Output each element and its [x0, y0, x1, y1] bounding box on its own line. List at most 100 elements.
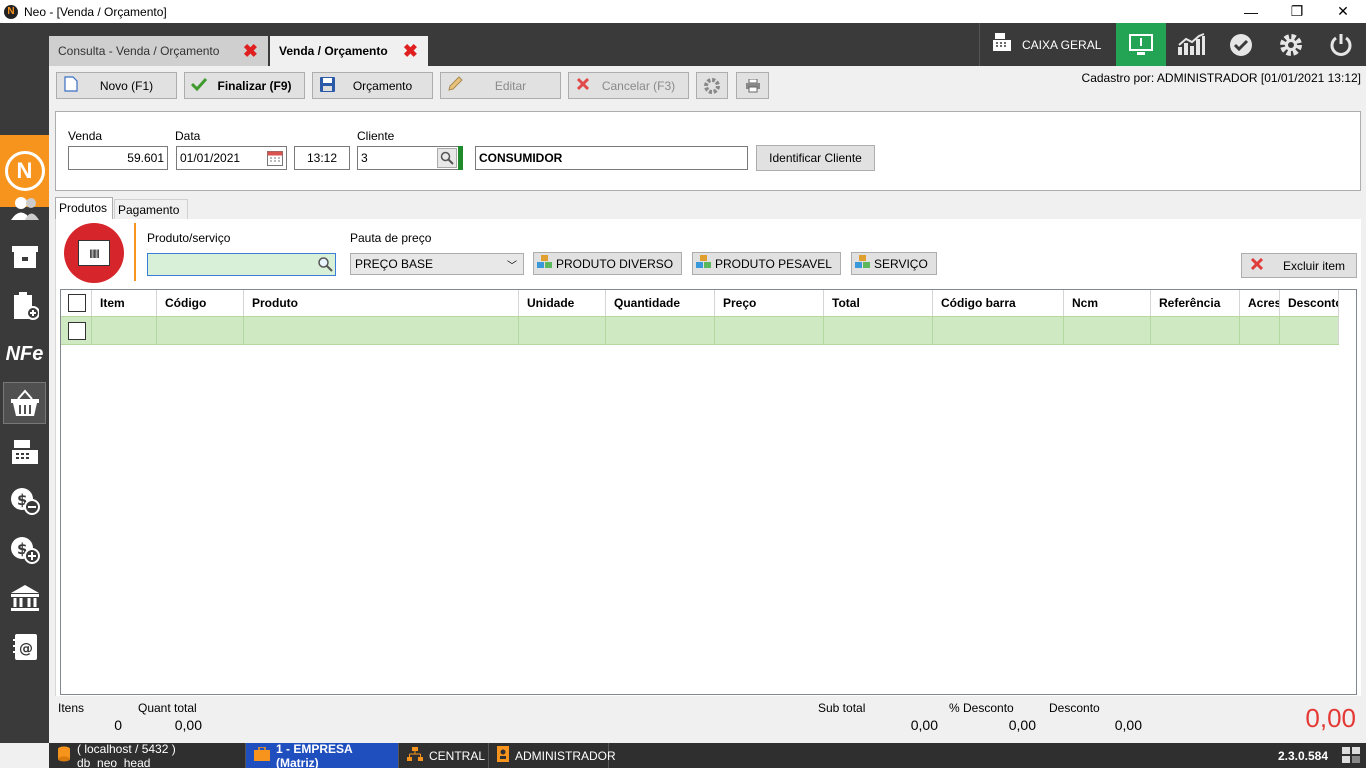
tab-consulta-venda[interactable]: Consulta - Venda / Orçamento ✖	[49, 36, 268, 66]
cell-codigo[interactable]	[157, 317, 244, 344]
empresa-status[interactable]: 1 - EMPRESA (Matriz)	[246, 742, 399, 768]
col-codigo-barra[interactable]: Código barra	[933, 290, 1064, 316]
tab-pagamento[interactable]: Pagamento	[114, 199, 188, 219]
identificar-cliente-button[interactable]: Identificar Cliente	[756, 145, 875, 171]
cancelar-button[interactable]: Cancelar (F3)	[568, 72, 689, 99]
check-badge-icon[interactable]	[1216, 23, 1266, 66]
cell-quantidade[interactable]	[606, 317, 715, 344]
cell-item[interactable]	[92, 317, 157, 344]
col-desconto[interactable]: Desconto	[1280, 290, 1339, 316]
col-unidade[interactable]: Unidade	[519, 290, 606, 316]
col-item[interactable]: Item	[92, 290, 157, 316]
network-icon	[407, 747, 423, 764]
produto-pesavel-label: PRODUTO PESAVEL	[715, 256, 832, 271]
cell-preco[interactable]	[715, 317, 824, 344]
product-cubes-icon	[852, 255, 874, 272]
quant-total-value: 0,00	[174, 717, 202, 733]
col-codigo[interactable]: Código	[157, 290, 244, 316]
search-icon[interactable]	[317, 256, 333, 275]
col-preco[interactable]: Preço	[715, 290, 824, 316]
produto-label: Produto/serviço	[147, 231, 231, 245]
user-status[interactable]: ADMINISTRADOR	[489, 743, 616, 768]
cancelar-label: Cancelar (F3)	[601, 78, 676, 93]
select-all-checkbox[interactable]	[68, 294, 86, 312]
orcamento-button[interactable]: Orçamento	[312, 72, 433, 99]
maximize-button[interactable]: ❐	[1274, 0, 1320, 23]
sidebar-sales-basket-icon[interactable]	[3, 382, 46, 424]
cell-produto[interactable]	[244, 317, 519, 344]
col-produto[interactable]: Produto	[244, 290, 519, 316]
svg-text:@: @	[19, 641, 33, 657]
cell-ncm[interactable]	[1064, 317, 1151, 344]
sidebar-bank-icon[interactable]	[3, 577, 46, 619]
power-icon[interactable]	[1316, 23, 1366, 66]
col-total[interactable]: Total	[824, 290, 933, 316]
close-tab-icon[interactable]: ✖	[403, 41, 418, 62]
db-connection-status[interactable]: ( localhost / 5432 ) db_neo_head	[49, 742, 246, 768]
venda-number-field[interactable]: 59.601	[68, 146, 168, 170]
config-gear-button[interactable]	[696, 72, 728, 99]
close-tab-icon[interactable]: ✖	[243, 41, 258, 62]
tab-venda-orcamento[interactable]: Venda / Orçamento ✖	[270, 36, 428, 66]
cell-total[interactable]	[824, 317, 933, 344]
chart-icon[interactable]	[1166, 23, 1216, 66]
barcode-icon[interactable]: |||||||	[64, 223, 124, 283]
calendar-icon[interactable]	[267, 150, 283, 169]
sidebar-contacts-icon[interactable]: @	[3, 626, 46, 668]
cell-unidade[interactable]	[519, 317, 606, 344]
table-row[interactable]	[61, 316, 1339, 345]
search-client-icon[interactable]	[437, 148, 457, 168]
layout-grid-icon[interactable]	[1342, 747, 1360, 766]
cell-referencia[interactable]	[1151, 317, 1240, 344]
sidebar-cash-register-icon[interactable]	[3, 431, 46, 473]
col-ncm[interactable]: Ncm	[1064, 290, 1151, 316]
cell-codigo-barra[interactable]	[933, 317, 1064, 344]
orcamento-label: Orçamento	[352, 78, 413, 93]
cliente-name-field[interactable]: CONSUMIDOR	[475, 146, 748, 170]
tab-produtos[interactable]: Produtos	[55, 197, 113, 219]
editar-button[interactable]: Editar	[440, 72, 561, 99]
client-status-indicator	[458, 146, 463, 170]
col-acres[interactable]: Acres	[1240, 290, 1280, 316]
app-logo-icon: N	[4, 4, 18, 19]
cliente-label: Cliente	[357, 129, 395, 143]
gear-icon	[704, 77, 720, 94]
central-status[interactable]: CENTRAL	[399, 743, 489, 768]
print-button[interactable]	[736, 72, 769, 99]
minimize-button[interactable]: —	[1228, 0, 1274, 23]
time-field[interactable]: 13:12	[294, 146, 350, 170]
sidebar-receivables-icon[interactable]: $	[3, 528, 46, 570]
pauta-select[interactable]: PREÇO BASE ﹀	[350, 253, 524, 275]
select-all-cell	[61, 290, 92, 316]
caixa-geral-button[interactable]: CAIXA GERAL	[979, 23, 1115, 66]
barcode-glyph: |||||||	[78, 240, 110, 266]
row-checkbox[interactable]	[68, 321, 86, 340]
new-document-icon	[57, 76, 85, 95]
cliente-code-field[interactable]: 3	[357, 146, 459, 170]
save-floppy-icon	[313, 76, 341, 95]
sidebar-nfe-icon[interactable]: NFe	[3, 333, 46, 375]
col-quantidade[interactable]: Quantidade	[606, 290, 715, 316]
servico-button[interactable]: SERVIÇO	[851, 252, 937, 275]
product-cubes-icon	[534, 255, 556, 272]
monitor-icon[interactable]	[1116, 23, 1166, 66]
sidebar-payables-icon[interactable]: $	[3, 479, 46, 521]
sidebar-orders-icon[interactable]	[3, 285, 46, 327]
settings-gear-icon[interactable]	[1266, 23, 1316, 66]
cell-desconto[interactable]	[1280, 317, 1339, 344]
produto-diverso-button[interactable]: PRODUTO DIVERSO	[533, 252, 682, 275]
sidebar-clients-icon[interactable]	[3, 187, 46, 229]
cell-acres[interactable]	[1240, 317, 1280, 344]
date-field[interactable]: 01/01/2021	[176, 146, 287, 170]
produto-pesavel-button[interactable]: PRODUTO PESAVEL	[692, 252, 841, 275]
grand-total-value: 0,00	[1305, 703, 1356, 733]
finalizar-button[interactable]: Finalizar (F9)	[184, 72, 305, 99]
sidebar-products-icon[interactable]	[3, 235, 46, 277]
cliente-code-value: 3	[361, 151, 368, 165]
finalizar-label: Finalizar (F9)	[217, 78, 292, 93]
excluir-item-button[interactable]: Excluir item	[1241, 253, 1357, 278]
novo-button[interactable]: Novo (F1)	[56, 72, 177, 99]
produto-search-input[interactable]	[147, 253, 336, 276]
col-referencia[interactable]: Referência	[1151, 290, 1240, 316]
close-window-button[interactable]: ✕	[1320, 0, 1366, 23]
